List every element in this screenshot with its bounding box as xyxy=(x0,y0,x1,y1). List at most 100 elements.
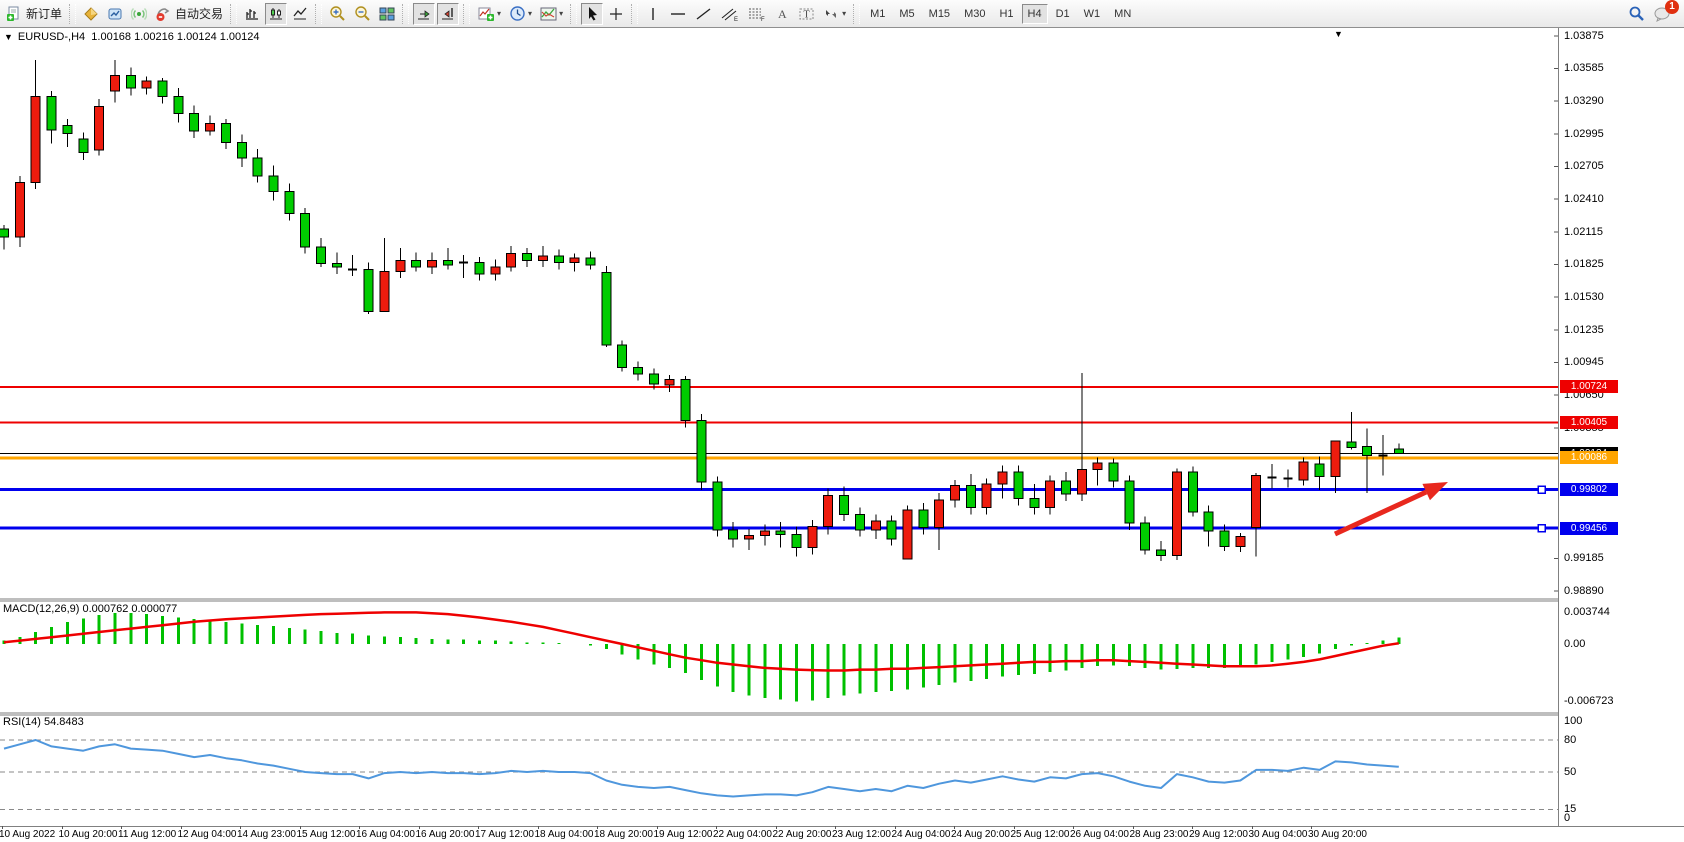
arrows-tool-button[interactable]: ▾ xyxy=(820,3,849,25)
timeframe-button-mn[interactable]: MN xyxy=(1108,4,1137,24)
market-watch-button[interactable] xyxy=(104,3,126,25)
zoom-in-button[interactable] xyxy=(326,3,349,25)
timeframe-button-h4[interactable]: H4 xyxy=(1022,4,1048,24)
bear-candle-body xyxy=(63,126,72,134)
crosshair-tool-button[interactable] xyxy=(605,3,627,25)
toolbar-grip xyxy=(631,4,638,24)
price-axis-tick: 1.02115 xyxy=(1564,226,1603,238)
time-axis-label: 30 Aug 20:00 xyxy=(1308,829,1367,840)
time-axis-label: 23 Aug 12:00 xyxy=(832,829,891,840)
templates-button[interactable]: ▾ xyxy=(537,3,566,25)
chart-title: ▼EURUSD-,H4 1.00168 1.00216 1.00124 1.00… xyxy=(4,31,260,43)
time-axis-tick xyxy=(1311,826,1312,829)
auto-scroll-button[interactable] xyxy=(413,3,435,25)
notification-badge: 1 xyxy=(1665,0,1679,14)
periods-button[interactable]: ▾ xyxy=(506,3,535,25)
bull-candle-body xyxy=(110,76,119,92)
timeframe-button-w1[interactable]: W1 xyxy=(1078,4,1107,24)
symbol-dropdown-icon[interactable]: ▼ xyxy=(4,32,13,42)
bear-candle-body xyxy=(221,123,230,142)
candlestick-chart-button[interactable] xyxy=(265,3,287,25)
bear-candle-body xyxy=(1188,472,1197,512)
dropdown-caret: ▾ xyxy=(497,9,501,18)
bear-candle-body xyxy=(190,113,199,131)
price-axis[interactable]: 1.038751.035851.032901.029951.027051.024… xyxy=(1558,28,1684,841)
fibonacci-tool-button[interactable]: F xyxy=(744,3,769,25)
time-axis-tick xyxy=(895,826,896,829)
rsi-line xyxy=(4,740,1399,797)
bull-candle-body xyxy=(824,495,833,526)
bear-candle-body xyxy=(364,269,373,311)
trendline-tool-button[interactable] xyxy=(692,3,715,25)
bull-candle-body xyxy=(1236,537,1245,547)
bull-candle-body xyxy=(760,531,769,535)
time-axis-tick xyxy=(359,826,360,829)
bear-candle-body xyxy=(1315,464,1324,476)
timeframe-button-m1[interactable]: M1 xyxy=(864,4,891,24)
bar-chart-icon xyxy=(244,6,260,22)
time-axis-tick xyxy=(1192,826,1193,829)
bear-candle-body xyxy=(475,263,484,274)
timeframe-button-m30[interactable]: M30 xyxy=(958,4,991,24)
trend-arrow-head xyxy=(1422,482,1448,500)
bear-candle-body xyxy=(1220,531,1229,547)
bull-candle-body xyxy=(380,272,389,312)
bear-candle-body xyxy=(301,214,310,247)
time-axis-label: 26 Aug 04:00 xyxy=(1070,829,1129,840)
bull-candle-body xyxy=(427,260,436,267)
zoom-out-button[interactable] xyxy=(351,3,374,25)
horizontal-line-tool-button[interactable] xyxy=(666,3,690,25)
text-label-icon: T xyxy=(798,6,815,22)
time-axis-tick xyxy=(300,826,301,829)
timeframe-button-h1[interactable]: H1 xyxy=(993,4,1019,24)
price-axis-tick: 0.98890 xyxy=(1564,585,1604,597)
dropdown-caret: ▾ xyxy=(842,9,846,18)
price-axis-tick: 1.02705 xyxy=(1564,160,1604,172)
timeframe-button-m15[interactable]: M15 xyxy=(923,4,956,24)
chart-canvas[interactable] xyxy=(0,28,1558,826)
price-tag: 1.00086 xyxy=(1560,451,1618,464)
bear-candle-body xyxy=(1030,499,1039,508)
auto-trading-button[interactable]: 自动交易 xyxy=(152,3,226,25)
bar-chart-button[interactable] xyxy=(241,3,263,25)
main-toolbar: 新订单 自动交易 xyxy=(0,0,1684,28)
timeframe-button-m5[interactable]: M5 xyxy=(893,4,920,24)
toolbar-grip xyxy=(315,4,322,24)
crosshair-icon xyxy=(608,6,624,22)
cursor-tool-button[interactable] xyxy=(581,3,603,25)
bear-candle-body xyxy=(618,345,627,367)
indicators-button[interactable]: ▾ xyxy=(474,3,504,25)
time-axis-label: 25 Aug 12:00 xyxy=(1011,829,1070,840)
notifications-button[interactable]: 1 xyxy=(1650,3,1674,25)
time-axis-label: 10 Aug 20:00 xyxy=(59,829,118,840)
signals-button[interactable] xyxy=(128,3,150,25)
bear-candle-body xyxy=(523,254,532,261)
zoom-out-icon xyxy=(354,5,371,22)
search-button[interactable] xyxy=(1625,3,1648,25)
text-tool-button[interactable]: A xyxy=(771,3,793,25)
time-axis-label: 10 Aug 2022 xyxy=(0,829,55,840)
vertical-line-icon xyxy=(646,6,660,22)
bear-candle-body xyxy=(697,421,706,482)
templates-icon xyxy=(540,6,557,22)
time-axis-tick xyxy=(62,826,63,829)
timeframe-button-d1[interactable]: D1 xyxy=(1050,4,1076,24)
dropdown-caret: ▾ xyxy=(528,9,532,18)
line-chart-button[interactable] xyxy=(289,3,311,25)
bull-candle-body xyxy=(1299,462,1308,480)
toolbar-grip xyxy=(570,4,577,24)
time-axis-label: 14 Aug 23:00 xyxy=(237,829,296,840)
vertical-line-tool-button[interactable] xyxy=(642,3,664,25)
equidistant-channel-tool-button[interactable]: E xyxy=(717,3,742,25)
tile-windows-button[interactable] xyxy=(376,3,398,25)
bear-candle-body xyxy=(237,142,246,158)
price-tag: 0.99456 xyxy=(1560,522,1618,535)
bear-candle-body xyxy=(776,531,785,534)
chart-shift-button[interactable] xyxy=(437,3,459,25)
price-axis-tick: 1.03585 xyxy=(1564,62,1604,74)
new-order-button[interactable]: 新订单 xyxy=(3,3,65,25)
text-label-tool-button[interactable]: T xyxy=(795,3,818,25)
styler-button[interactable] xyxy=(80,3,102,25)
time-axis[interactable]: 10 Aug 202210 Aug 20:0011 Aug 12:0012 Au… xyxy=(0,826,1684,842)
bull-candle-body xyxy=(396,260,405,271)
